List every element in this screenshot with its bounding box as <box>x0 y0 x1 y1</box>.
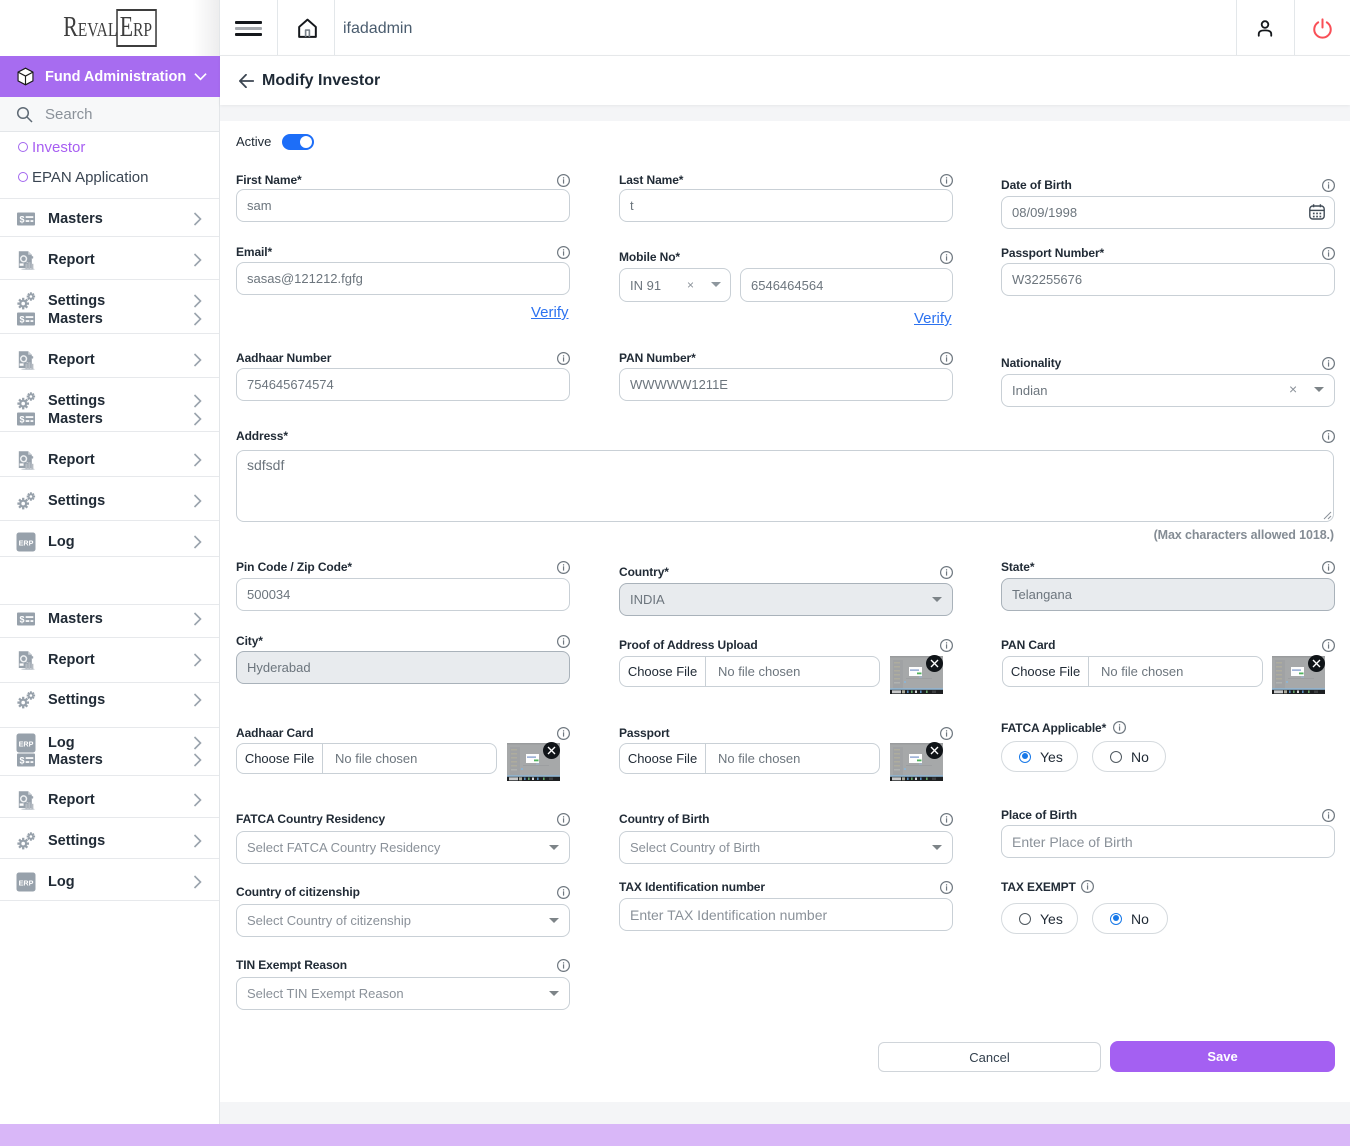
svg-text:ERP: ERP <box>19 878 34 887</box>
svg-text:$: $ <box>19 614 24 624</box>
svg-text:ERP: ERP <box>19 538 34 547</box>
svg-text:$: $ <box>19 214 24 224</box>
svg-text:$: $ <box>19 755 24 765</box>
svg-text:$: $ <box>19 314 24 324</box>
svg-text:$: $ <box>19 414 24 424</box>
